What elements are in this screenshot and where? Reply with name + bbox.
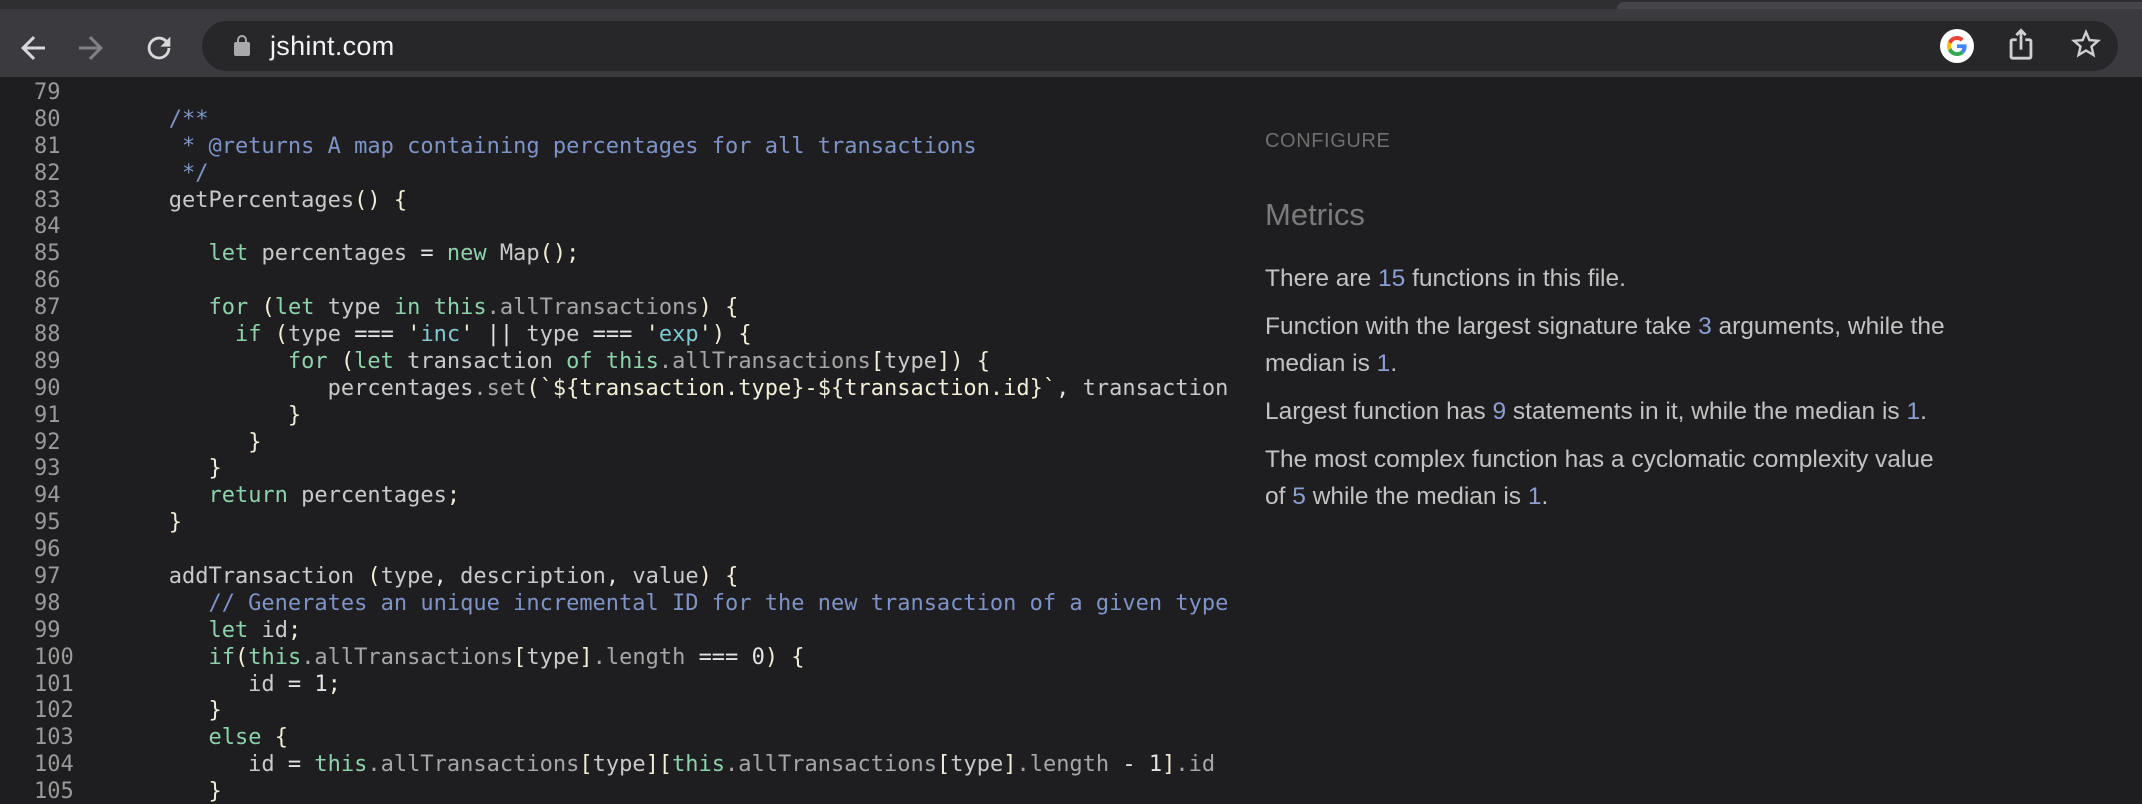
page-content: 79 80 /** 81 * @returns A map containing p… <box>0 77 2142 804</box>
code-line: 100 if(this.allTransactions[type].length… <box>0 645 1238 672</box>
line-number: 95 <box>34 510 61 536</box>
forward-arrow-icon <box>73 30 109 66</box>
code-line: 89 for (let transaction of this.allTrans… <box>0 349 1238 376</box>
code-line: 91 } <box>0 403 1238 430</box>
line-number: 100 <box>34 644 74 670</box>
code-line: 98 // Generates an unique incremental ID… <box>0 591 1238 618</box>
url-text[interactable]: jshint.com <box>270 31 395 62</box>
metrics-paragraph: Function with the largest signature take… <box>1265 313 1945 377</box>
metrics-paragraphs: There are 15 functions in this file. Func… <box>1265 260 2035 515</box>
line-number: 79 <box>34 80 61 105</box>
code-line: 88 if (type === 'inc' || type === 'exp')… <box>0 322 1238 349</box>
metrics-heading: Metrics <box>1265 197 1365 232</box>
line-number: 80 <box>34 106 61 132</box>
line-number: 98 <box>34 590 61 616</box>
omnibox[interactable]: jshint.com <box>202 21 2118 71</box>
line-number: 102 <box>34 698 74 724</box>
back-arrow-icon <box>15 30 51 66</box>
browser-chrome: jshint.com <box>0 0 2142 77</box>
reload-icon <box>142 31 176 65</box>
code-line: 80 /** <box>0 107 1238 134</box>
line-number: 105 <box>34 779 74 804</box>
code-line: 82 */ <box>0 161 1238 188</box>
browser-toolbar: jshint.com <box>0 9 2142 77</box>
code-line: 83 getPercentages() { <box>0 188 1238 215</box>
code-line: 85 let percentages = new Map(); <box>0 241 1238 268</box>
line-number: 86 <box>34 268 61 294</box>
code-line: 84 <box>0 214 1238 241</box>
code-editor[interactable]: 79 80 /** 81 * @returns A map containing p… <box>0 77 1238 804</box>
line-number: 97 <box>34 564 61 590</box>
code-line: 87 for (let type in this.allTransactions… <box>0 295 1238 322</box>
line-number: 104 <box>34 752 74 778</box>
google-logo-icon[interactable] <box>1940 29 1974 63</box>
line-number: 81 <box>34 133 61 159</box>
line-number: 82 <box>34 160 61 186</box>
code-line: 105 } <box>0 779 1238 804</box>
line-number: 83 <box>34 187 61 213</box>
line-number: 90 <box>34 375 61 401</box>
tab-strip <box>0 0 2142 9</box>
configure-button[interactable]: CONFIGURE <box>1265 130 1390 153</box>
code-line: 79 <box>0 80 1238 107</box>
line-number: 94 <box>34 483 61 509</box>
code-line: 90 percentages.set(`${transaction.type}-… <box>0 376 1238 403</box>
forward-button[interactable] <box>72 29 110 67</box>
line-number: 87 <box>34 295 61 321</box>
line-number: 89 <box>34 348 61 374</box>
line-number: 96 <box>34 537 61 563</box>
line-number: 103 <box>34 725 74 751</box>
bookmark-star-icon[interactable] <box>2068 26 2104 67</box>
line-number: 84 <box>34 214 61 240</box>
code-line: 99 let id; <box>0 618 1238 645</box>
omnibox-actions <box>1940 21 2104 71</box>
code-line: 81 * @returns A map containing percentag… <box>0 134 1238 161</box>
metrics-panel: CONFIGURE Metrics There are 15 functions… <box>1265 77 2045 526</box>
line-number: 91 <box>34 402 61 428</box>
code-line: 95 } <box>0 510 1238 537</box>
metrics-paragraph: The most complex function has a cyclomat… <box>1265 446 1934 510</box>
code-line: 93 } <box>0 456 1238 483</box>
reload-button[interactable] <box>140 29 178 67</box>
tab-strip-segment <box>1617 2 2142 9</box>
code-line: 104 id = this.allTransactions[type][this… <box>0 752 1238 779</box>
line-number: 88 <box>34 322 61 348</box>
code-line: 103 else { <box>0 725 1238 752</box>
secure-lock-icon <box>230 34 254 58</box>
line-number: 99 <box>34 617 61 643</box>
line-number: 101 <box>34 671 74 697</box>
code-line: 94 return percentages; <box>0 483 1238 510</box>
back-button[interactable] <box>14 29 52 67</box>
code-line: 97 addTransaction (type, description, va… <box>0 564 1238 591</box>
code-line: 96 <box>0 537 1238 564</box>
code-line: 101 id = 1; <box>0 672 1238 699</box>
code-line: 102 } <box>0 698 1238 725</box>
line-number: 93 <box>34 456 61 482</box>
share-icon[interactable] <box>2004 27 2038 66</box>
line-number: 92 <box>34 429 61 455</box>
browser-window: jshint.com 79 80 /** 81 * @returns A map… <box>0 0 2142 804</box>
line-number: 85 <box>34 241 61 267</box>
code-line: 92 } <box>0 430 1238 457</box>
metrics-paragraph: Largest function has 9 statements in it,… <box>1265 398 1927 425</box>
metrics-paragraph: There are 15 functions in this file. <box>1265 265 1626 292</box>
code-line: 86 <box>0 268 1238 295</box>
